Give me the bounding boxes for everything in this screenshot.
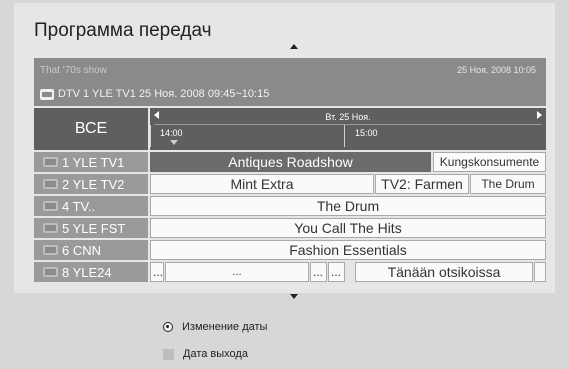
channel-item[interactable]: 2 YLE TV2	[34, 174, 148, 194]
tv-icon	[40, 88, 54, 100]
program-row: Mint Extra TV2: Farmen The Drum	[150, 174, 546, 194]
program-row: Fashion Essentials	[150, 240, 546, 260]
time-label-1: 14:00	[160, 128, 183, 138]
program-cell[interactable]: You Call The Hits	[150, 218, 546, 238]
channel-label: 2 YLE TV2	[62, 176, 125, 192]
program-row: The Drum	[150, 196, 546, 216]
program-cell[interactable]: ...	[165, 262, 309, 282]
program-info-bar: That '70s show 25 Ноя. 2008 10:05 DTV 1 …	[34, 58, 546, 106]
channel-label: 5 YLE FST	[62, 220, 126, 236]
program-cell[interactable]: Tänään otsikoissa	[355, 262, 533, 282]
scroll-down-arrow-icon[interactable]	[290, 294, 298, 299]
program-cell[interactable]: ...	[150, 262, 164, 282]
current-time-marker-icon	[170, 140, 178, 145]
current-show-title: That '70s show	[40, 65, 107, 76]
radio-icon	[163, 322, 173, 332]
checkbox-icon	[163, 348, 174, 360]
epg-screen: Программа передач That '70s show 25 Ноя.…	[0, 0, 569, 369]
release-date-option[interactable]: Дата выхода	[163, 348, 248, 360]
program-cell[interactable]: ...	[328, 262, 345, 282]
channel-item[interactable]: 8 YLE24	[34, 262, 148, 282]
program-cell[interactable]: TV2: Farmen	[375, 174, 469, 194]
time-tick	[150, 125, 151, 147]
timebar-divider	[154, 124, 542, 125]
program-row: Antiques Roadshow Kungskonsumente	[150, 152, 546, 172]
channel-label: 8 YLE24	[62, 264, 112, 280]
current-program-details: DTV 1 YLE TV1 25 Ноя. 2008 09:45~10:15	[58, 88, 270, 100]
program-cell[interactable]: Mint Extra	[150, 174, 374, 194]
change-date-option[interactable]: Изменение даты	[163, 321, 267, 333]
program-cell[interactable]: Kungskonsumente	[433, 152, 546, 172]
dtv-badge-icon	[43, 157, 58, 167]
program-cell[interactable]	[534, 262, 546, 282]
channel-label: 1 YLE TV1	[62, 154, 125, 170]
channel-list: 1 YLE TV1 2 YLE TV2 4 TV.. 5 YLE FST 6 C…	[34, 152, 148, 284]
change-date-label: Изменение даты	[182, 321, 268, 333]
dtv-badge-icon	[43, 267, 58, 277]
next-day-arrow-icon[interactable]	[537, 111, 542, 119]
channel-item[interactable]: 1 YLE TV1	[34, 152, 148, 172]
channel-item[interactable]: 5 YLE FST	[34, 218, 148, 238]
release-date-label: Дата выхода	[183, 348, 248, 360]
program-cell[interactable]: ...	[310, 262, 327, 282]
channel-label: 4 TV..	[62, 198, 96, 214]
program-cell[interactable]: The Drum	[150, 196, 546, 216]
program-cell[interactable]: The Drum	[470, 174, 546, 194]
dtv-badge-icon	[43, 245, 58, 255]
all-channels-button[interactable]: ВСЕ	[34, 108, 148, 150]
time-tick	[344, 125, 345, 147]
current-datetime: 25 Ноя. 2008 10:05	[457, 65, 536, 75]
dtv-badge-icon	[43, 179, 58, 189]
current-program-line: DTV 1 YLE TV1 25 Ноя. 2008 09:45~10:15	[40, 88, 269, 100]
channel-label: 6 CNN	[62, 242, 102, 258]
timebar-date: Вт. 25 Ноя.	[325, 112, 371, 122]
time-label-2: 15:00	[355, 128, 378, 138]
page-title: Программа передач	[34, 20, 212, 41]
scroll-up-arrow-icon[interactable]	[290, 44, 298, 49]
program-cell[interactable]: Fashion Essentials	[150, 240, 546, 260]
options-panel: Изменение даты Дата выхода	[0, 301, 569, 369]
program-grid: Antiques Roadshow Kungskonsumente Mint E…	[150, 152, 546, 284]
channel-item[interactable]: 6 CNN	[34, 240, 148, 260]
program-row: ... ... ... ... Tänään otsikoissa	[150, 262, 546, 282]
program-cell-selected[interactable]: Antiques Roadshow	[150, 152, 431, 172]
time-bar: Вт. 25 Ноя. 14:00 15:00	[150, 108, 546, 150]
dtv-badge-icon	[43, 223, 58, 233]
dtv-badge-icon	[43, 201, 58, 211]
channel-item[interactable]: 4 TV..	[34, 196, 148, 216]
program-row: You Call The Hits	[150, 218, 546, 238]
